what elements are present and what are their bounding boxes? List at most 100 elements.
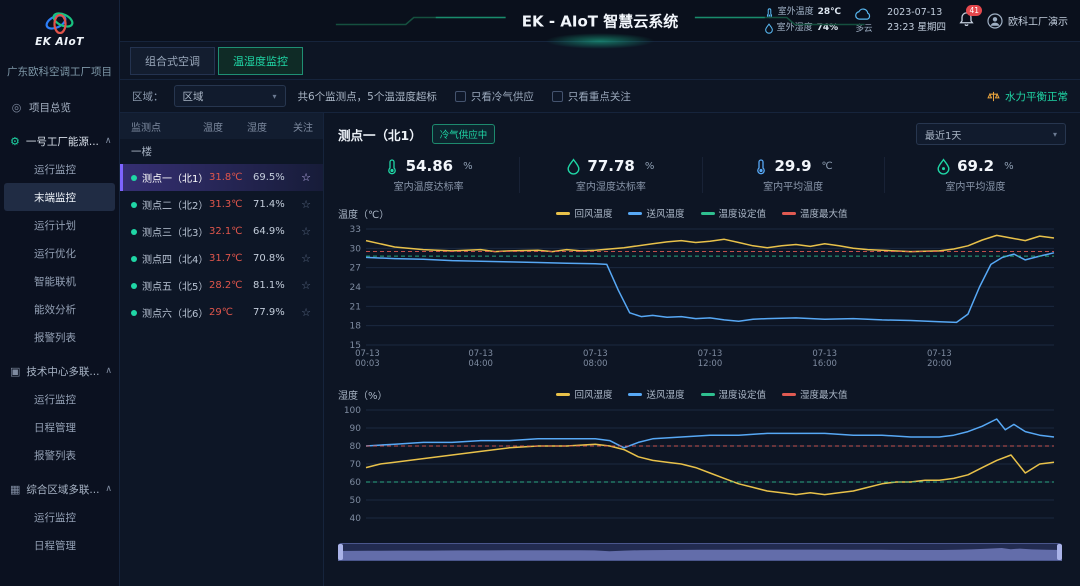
legend-item[interactable]: 温度最大值 <box>782 206 848 220</box>
sidebar-group-label: 一号工厂能源... <box>26 134 99 149</box>
weekday-value: 星期四 <box>917 22 946 33</box>
svg-text:07-13: 07-13 <box>812 349 837 359</box>
svg-text:24: 24 <box>350 283 362 293</box>
floor-group-label[interactable]: 一楼 <box>120 139 323 164</box>
svg-text:33: 33 <box>350 225 361 235</box>
legend-item[interactable]: 送风湿度 <box>628 387 684 401</box>
temperature-chart[interactable]: 1518212427303307-1300:0307-1304:0007-130… <box>338 223 1066 374</box>
hum-chart-ylabel: 湿度（%） <box>338 387 388 402</box>
app-logo: EK AIoT <box>0 0 119 58</box>
notification-badge: 41 <box>966 5 982 16</box>
header-decoration-right <box>694 14 864 28</box>
monitor-point-row[interactable]: 测点三（北3） 32.1℃ 64.9% ☆ <box>120 218 323 245</box>
sidebar-group-region[interactable]: ▦ 综合区域多联... ∧ <box>0 475 119 503</box>
time-value: 23:23 <box>887 22 914 33</box>
kpi-temp-compliance: 54.86 % 室内温度达标率 <box>338 157 520 193</box>
monitor-point-row[interactable]: 测点一（北1） 31.8℃ 69.5% ☆ <box>120 164 323 191</box>
time-range-select[interactable]: 最近1天 ▾ <box>916 123 1066 145</box>
star-icon[interactable]: ☆ <box>297 171 315 184</box>
header-decoration-left <box>336 14 506 28</box>
kpi-avg-temp: 29.9 ℃ 室内平均温度 <box>703 157 885 193</box>
sidebar-group-factory1-energy[interactable]: ⚙ 一号工厂能源... ∧ <box>0 127 119 155</box>
hydraulic-balance-status: 水力平衡正常 <box>987 89 1068 104</box>
svg-text:08:00: 08:00 <box>583 359 608 369</box>
status-dot <box>131 229 137 235</box>
svg-text:70: 70 <box>350 460 362 470</box>
region-select-value: 区域 <box>183 89 204 104</box>
thermometer-icon <box>754 158 768 175</box>
svg-text:07-13: 07-13 <box>468 349 493 359</box>
sidebar-item-schedule[interactable]: 日程管理 <box>0 413 119 441</box>
sidebar-item-run-monitor-3[interactable]: 运行监控 <box>0 503 119 531</box>
sidebar-item-schedule-2[interactable]: 日程管理 <box>0 531 119 559</box>
filter-bar: 区域： 区域 ▾ 共6个监测点，5个温湿度超标 只看冷气供应 只看重点关注 水力… <box>120 79 1080 113</box>
status-dot <box>131 256 137 262</box>
sidebar-group-tech-center[interactable]: ▣ 技术中心多联... ∧ <box>0 357 119 385</box>
star-icon[interactable]: ☆ <box>297 252 315 265</box>
legend-item[interactable]: 湿度最大值 <box>782 387 848 401</box>
star-icon[interactable]: ☆ <box>297 306 315 319</box>
svg-text:27: 27 <box>350 264 361 274</box>
user-menu[interactable]: 欧科工厂演示 <box>987 13 1068 29</box>
legend-item[interactable]: 回风温度 <box>556 206 612 220</box>
humidity-chart[interactable]: 405060708090100 <box>338 404 1066 529</box>
sidebar-item-run-monitor-2[interactable]: 运行监控 <box>0 385 119 413</box>
sidebar: EK AIoT 广东欧科空调工厂项目 ◎ 项目总览 ⚙ 一号工厂能源... ∧ … <box>0 0 120 586</box>
detail-title: 测点一（北1） <box>338 125 422 144</box>
monitor-points-panel: 监测点 温度 湿度 关注 一楼 测点一（北1） 31.8℃ 69.5% ☆ <box>120 113 324 586</box>
points-summary: 共6个监测点，5个温湿度超标 <box>298 89 437 104</box>
date-value: 2023-07-13 <box>887 6 946 21</box>
sidebar-item-run-monitor[interactable]: 运行监控 <box>0 155 119 183</box>
checkbox-starred-only[interactable]: 只看重点关注 <box>552 89 631 104</box>
sidebar-item-label: 项目总览 <box>29 100 71 115</box>
kpi-row: 54.86 % 室内温度达标率 77.78 % 室内湿度达标率 <box>338 157 1066 193</box>
svg-text:12:00: 12:00 <box>698 359 723 369</box>
svg-text:60: 60 <box>350 478 362 488</box>
tab-combined-ac[interactable]: 组合式空调 <box>130 47 215 75</box>
monitor-point-row[interactable]: 测点四（北4） 31.7℃ 70.8% ☆ <box>120 245 323 272</box>
chevron-down-icon: ▾ <box>272 92 276 101</box>
cooling-status-badge: 冷气供应中 <box>432 124 496 144</box>
sidebar-item-run-optimize[interactable]: 运行优化 <box>0 239 119 267</box>
sidebar-item-smart-link[interactable]: 智能联机 <box>0 267 119 295</box>
chevron-up-icon: ∧ <box>105 136 112 146</box>
sidebar-item-alarm-list[interactable]: 报警列表 <box>0 323 119 351</box>
status-dot <box>131 175 137 181</box>
notification-bell[interactable]: 41 <box>959 11 974 30</box>
sidebar-item-overview[interactable]: ◎ 项目总览 <box>0 93 119 121</box>
tab-temp-humidity-monitor[interactable]: 温湿度监控 <box>218 47 303 75</box>
status-dot <box>131 283 137 289</box>
sidebar-item-energy-analysis[interactable]: 能效分析 <box>0 295 119 323</box>
user-name: 欧科工厂演示 <box>1008 13 1068 28</box>
sidebar-item-run-plan[interactable]: 运行计划 <box>0 211 119 239</box>
legend-item[interactable]: 回风湿度 <box>556 387 612 401</box>
star-icon[interactable]: ☆ <box>297 279 315 292</box>
monitor-point-row[interactable]: 测点五（北5） 28.2℃ 81.1% ☆ <box>120 272 323 299</box>
legend-item[interactable]: 湿度设定值 <box>701 387 767 401</box>
legend-item[interactable]: 温度设定值 <box>701 206 767 220</box>
sidebar-item-alarm-list-2[interactable]: 报警列表 <box>0 441 119 469</box>
svg-text:90: 90 <box>350 424 362 434</box>
tab-bar: 组合式空调 温湿度监控 <box>120 42 1080 79</box>
svg-text:00:03: 00:03 <box>355 359 380 369</box>
status-dot <box>131 202 137 208</box>
point-detail-panel: 测点一（北1） 冷气供应中 最近1天 ▾ 54.86 % <box>324 113 1080 586</box>
status-dot <box>131 310 137 316</box>
overview-icon: ◎ <box>10 101 23 114</box>
svg-text:04:00: 04:00 <box>468 359 493 369</box>
timeline-brush[interactable] <box>338 543 1066 564</box>
region-select[interactable]: 区域 ▾ <box>174 85 286 107</box>
sidebar-item-terminal-monitor[interactable]: 末端监控 <box>4 183 115 211</box>
sidebar-group-label: 技术中心多联... <box>26 364 99 379</box>
checkbox-icon <box>455 91 466 102</box>
star-icon[interactable]: ☆ <box>297 225 315 238</box>
legend-item[interactable]: 送风温度 <box>628 206 684 220</box>
header: EK - AIoT 智慧云系统 室外温度 28℃ 室外湿度 <box>120 0 1080 42</box>
humidity-chart-block: 湿度（%） 回风湿度送风湿度湿度设定值湿度最大值 405060708090100 <box>338 386 1066 529</box>
chevron-up-icon: ∧ <box>105 484 112 494</box>
balance-icon <box>987 90 1000 103</box>
checkbox-cooling-only[interactable]: 只看冷气供应 <box>455 89 534 104</box>
star-icon[interactable]: ☆ <box>297 198 315 211</box>
monitor-point-row[interactable]: 测点六（北6） 29℃ 77.9% ☆ <box>120 299 323 326</box>
monitor-point-row[interactable]: 测点二（北2） 31.3℃ 71.4% ☆ <box>120 191 323 218</box>
